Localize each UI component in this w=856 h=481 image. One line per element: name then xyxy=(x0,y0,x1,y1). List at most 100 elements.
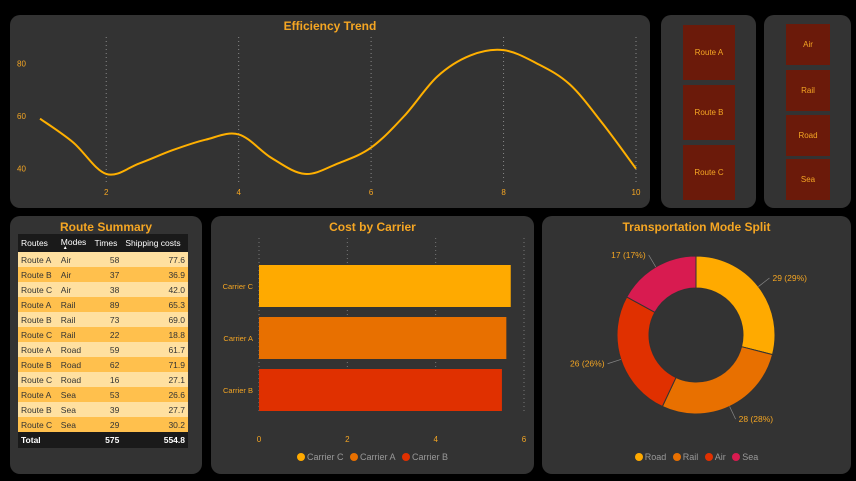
table-cell: 58 xyxy=(91,252,123,267)
slicer-mode-air[interactable]: Air xyxy=(786,24,830,65)
legend-label: Sea xyxy=(742,452,759,462)
table-cell: Route C xyxy=(18,282,58,297)
table-cell: 16 xyxy=(91,372,123,387)
table-cell: 89 xyxy=(91,297,123,312)
table-row[interactable]: Route C Rail 22 18.8 xyxy=(18,327,188,342)
legend-item-rail[interactable]: Rail xyxy=(672,452,699,462)
table-row[interactable]: Route A Rail 89 65.3 xyxy=(18,297,188,312)
table-row[interactable]: Route B Air 37 36.9 xyxy=(18,267,188,282)
col-header-modes[interactable]: Modes ▲ xyxy=(57,234,92,252)
donut-slice[interactable] xyxy=(616,296,677,408)
slice-leader-line xyxy=(648,254,657,268)
legend-label: Carrier C xyxy=(306,452,344,462)
table-cell: 39 xyxy=(91,402,123,417)
total-cell: 554.8 xyxy=(122,432,188,448)
table-cell: 22 xyxy=(91,327,123,342)
route-slicer-panel: Route A Route B Route C xyxy=(661,15,756,208)
legend-item-sea[interactable]: Sea xyxy=(732,452,758,462)
legend-item-carrier-b[interactable]: Carrier B xyxy=(402,452,448,462)
table-cell: Air xyxy=(57,267,92,282)
table-cell: Route A xyxy=(18,297,58,312)
legend-label: Carrier A xyxy=(359,452,396,462)
cost-by-carrier-panel: Cost by Carrier 0 2 4 6 Carrier C Carrier A Ca… xyxy=(211,216,534,474)
slicer-route-a[interactable]: Route A xyxy=(683,25,735,80)
table-row[interactable]: Route A Sea 53 26.6 xyxy=(18,387,188,402)
x-tick-label: 4 xyxy=(236,188,241,197)
table-row[interactable]: Route C Road 16 27.1 xyxy=(18,372,188,387)
table-cell: Sea xyxy=(57,387,92,402)
table-cell: 37 xyxy=(91,267,123,282)
table-cell: 38 xyxy=(91,282,123,297)
donut-slice[interactable] xyxy=(695,255,776,356)
legend-label: Road xyxy=(644,452,667,462)
x-tick-label: 2 xyxy=(104,188,109,197)
efficiency-line[interactable] xyxy=(39,48,637,176)
legend-dot xyxy=(402,453,411,461)
table-cell: Route C xyxy=(18,417,58,432)
table-cell: 59 xyxy=(91,342,123,357)
table-cell: Road xyxy=(57,372,92,387)
col-header-routes[interactable]: Routes xyxy=(18,234,58,252)
table-cell: Road xyxy=(57,357,92,372)
legend-dot xyxy=(672,453,681,461)
table-cell: Air xyxy=(57,252,92,267)
legend-dot xyxy=(732,453,741,461)
table-row[interactable]: Route B Road 62 71.9 xyxy=(18,357,188,372)
table-row[interactable]: Route C Sea 29 30.2 xyxy=(18,417,188,432)
table-row[interactable]: Route B Rail 73 69.0 xyxy=(18,312,188,327)
slicer-mode-rail[interactable]: Rail xyxy=(786,70,830,111)
slicer-mode-sea[interactable]: Sea xyxy=(786,159,830,200)
table-cell: Route C xyxy=(18,372,58,387)
total-cell: Total xyxy=(18,432,58,448)
slicer-route-c[interactable]: Route C xyxy=(683,145,735,200)
mode-split-chart: 29 (29%) 28 (28%) 26 (26%) 17 (17%) xyxy=(570,250,807,424)
y-tick-label: 60 xyxy=(17,112,26,121)
table-cell: 77.6 xyxy=(122,252,188,267)
table-cell: Sea xyxy=(57,402,92,417)
col-header-shipping-costs[interactable]: Shipping costs xyxy=(122,234,188,252)
x-tick-label: 4 xyxy=(433,435,438,444)
table-cell: Rail xyxy=(57,327,92,342)
mode-slicer-panel: Air Rail Road Sea xyxy=(764,15,851,208)
carrier-bar[interactable] xyxy=(259,369,502,411)
legend-label: Carrier B xyxy=(412,452,449,462)
carrier-bar[interactable] xyxy=(259,317,507,359)
slice-data-label: 29 (29%) xyxy=(772,273,807,283)
legend-item-carrier-a[interactable]: Carrier A xyxy=(349,452,396,462)
slicer-route-b[interactable]: Route B xyxy=(683,85,735,140)
table-cell: Road xyxy=(57,342,92,357)
slicer-mode-road[interactable]: Road xyxy=(786,115,830,156)
table-cell: Route B xyxy=(18,357,58,372)
slice-data-label: 17 (17%) xyxy=(611,250,646,260)
y-tick-label: 40 xyxy=(17,165,26,174)
table-row[interactable]: Route A Road 59 61.7 xyxy=(18,342,188,357)
efficiency-trend-chart: 2 4 6 8 10 40 60 80 xyxy=(17,37,641,197)
legend-label: Rail xyxy=(682,452,699,462)
table-cell: Route A xyxy=(18,342,58,357)
legend-item-air[interactable]: Air xyxy=(704,452,726,462)
table-cell: Sea xyxy=(57,417,92,432)
category-label: Carrier C xyxy=(223,282,254,291)
mode-split-panel: Transportation Mode Split 29 (29%) 28 (28… xyxy=(542,216,851,474)
table-row[interactable]: Route B Sea 39 27.7 xyxy=(18,402,188,417)
legend-label: Air xyxy=(714,452,726,462)
table-cell: Route B xyxy=(18,267,58,282)
legend-item-road[interactable]: Road xyxy=(634,452,667,462)
table-row[interactable]: Route A Air 58 77.6 xyxy=(18,252,188,267)
route-summary-title: Route Summary xyxy=(59,220,153,234)
table-cell: 61.7 xyxy=(122,342,188,357)
table-cell: 26.6 xyxy=(122,387,188,402)
carrier-bar[interactable] xyxy=(259,265,511,307)
table-cell: 18.8 xyxy=(122,327,188,342)
donut-slice[interactable] xyxy=(661,346,774,415)
table-cell: Route A xyxy=(18,387,58,402)
legend-dot xyxy=(296,453,305,461)
cost-by-carrier-chart: 0 2 4 6 Carrier C Carrier A Carrier B xyxy=(223,238,527,444)
efficiency-trend-panel: Efficiency Trend 2 4 6 8 10 40 60 80 xyxy=(10,15,650,208)
col-header-times[interactable]: Times xyxy=(91,234,123,252)
legend-item-carrier-c[interactable]: Carrier C xyxy=(296,452,344,462)
slice-leader-line xyxy=(607,359,621,365)
x-tick-label: 6 xyxy=(369,188,374,197)
table-cell: 71.9 xyxy=(122,357,188,372)
table-row[interactable]: Route C Air 38 42.0 xyxy=(18,282,188,297)
